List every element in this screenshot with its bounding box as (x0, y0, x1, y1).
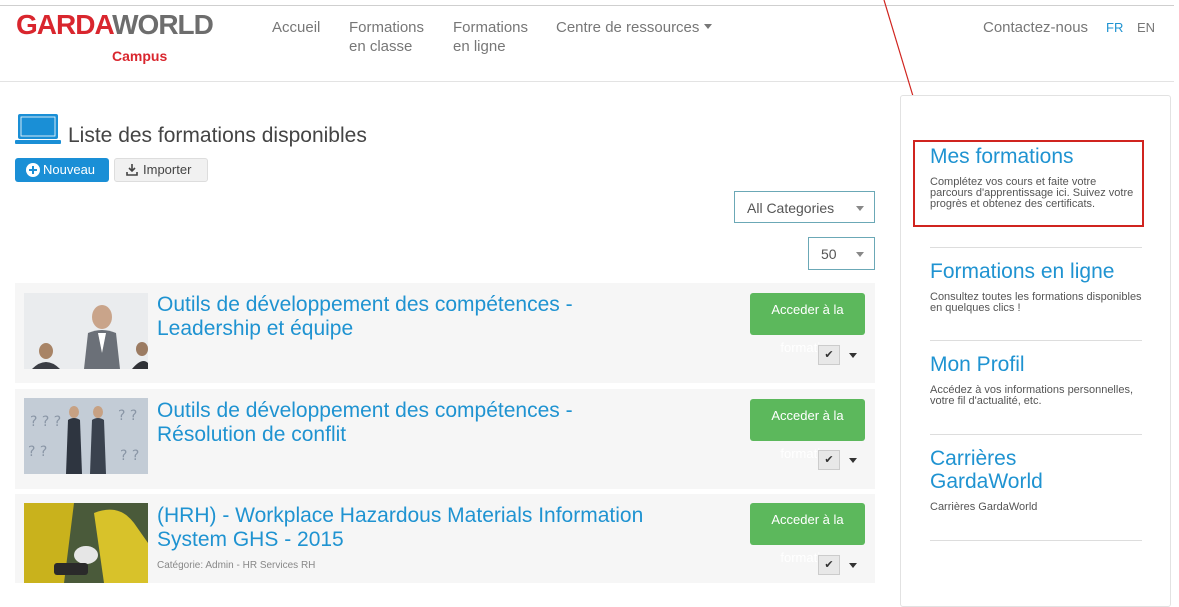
laptop-icon (15, 114, 61, 144)
access-course-button[interactable]: Acceder à la formation (750, 399, 865, 461)
sidebar-divider (930, 340, 1142, 341)
check-icon[interactable]: ✔ (818, 450, 840, 470)
sidebar-item-online-trainings[interactable]: Formations en ligne Consultez toutes les… (930, 260, 1142, 314)
course-title-link[interactable]: Outils de développement des compétences … (157, 293, 717, 341)
caret-down-icon[interactable] (842, 555, 864, 575)
sidebar-item-careers[interactable]: Carrières GardaWorld Carrières GardaWorld (930, 447, 1142, 513)
access-course-button[interactable]: Acceder à la formation (750, 293, 865, 355)
svg-text:? ?: ? ? (120, 448, 139, 464)
course-category: Catégorie: Admin - HR Services RH (157, 560, 316, 571)
course-actions: ✔ (818, 450, 864, 470)
check-icon[interactable]: ✔ (818, 345, 840, 365)
import-button[interactable]: Importer (114, 158, 208, 182)
course-thumbnail[interactable] (24, 293, 148, 369)
svg-text:? ?: ? ? (28, 444, 47, 460)
course-row: ? ? ? ? ? ? ? ? ? Outils de développemen… (15, 389, 875, 489)
course-row: Outils de développement des compétences … (15, 283, 875, 383)
page-title-text: Liste des formations disponibles (68, 124, 367, 147)
course-title-link[interactable]: Outils de développement des compétences … (157, 399, 717, 447)
chevron-down-icon (856, 206, 864, 211)
new-button[interactable]: Nouveau (15, 158, 109, 182)
page-size-select[interactable]: 50 (808, 237, 875, 270)
course-row: (HRH) - Workplace Hazardous Materials In… (15, 494, 875, 583)
course-actions: ✔ (818, 345, 864, 365)
course-title-link[interactable]: (HRH) - Workplace Hazardous Materials In… (157, 504, 717, 552)
check-icon[interactable]: ✔ (818, 555, 840, 575)
category-select[interactable]: All Categories (734, 191, 875, 223)
sidebar-divider (930, 247, 1142, 248)
annotation-highlight-box (913, 140, 1144, 227)
sidebar-divider (930, 434, 1142, 435)
chevron-down-icon (856, 252, 864, 257)
access-course-button[interactable]: Acceder à la formation (750, 503, 865, 565)
plus-circle-icon (26, 163, 40, 177)
caret-down-icon[interactable] (842, 345, 864, 365)
course-thumbnail[interactable] (24, 503, 148, 583)
caret-down-icon[interactable] (842, 450, 864, 470)
sidebar-divider (930, 540, 1142, 541)
course-thumbnail[interactable]: ? ? ? ? ? ? ? ? ? (24, 398, 148, 474)
svg-text:? ?: ? ? (118, 408, 137, 424)
course-actions: ✔ (818, 555, 864, 575)
download-icon (126, 164, 138, 176)
svg-text:? ? ?: ? ? ? (30, 414, 61, 430)
sidebar-item-my-profile[interactable]: Mon Profil Accédez à vos informations pe… (930, 353, 1142, 407)
